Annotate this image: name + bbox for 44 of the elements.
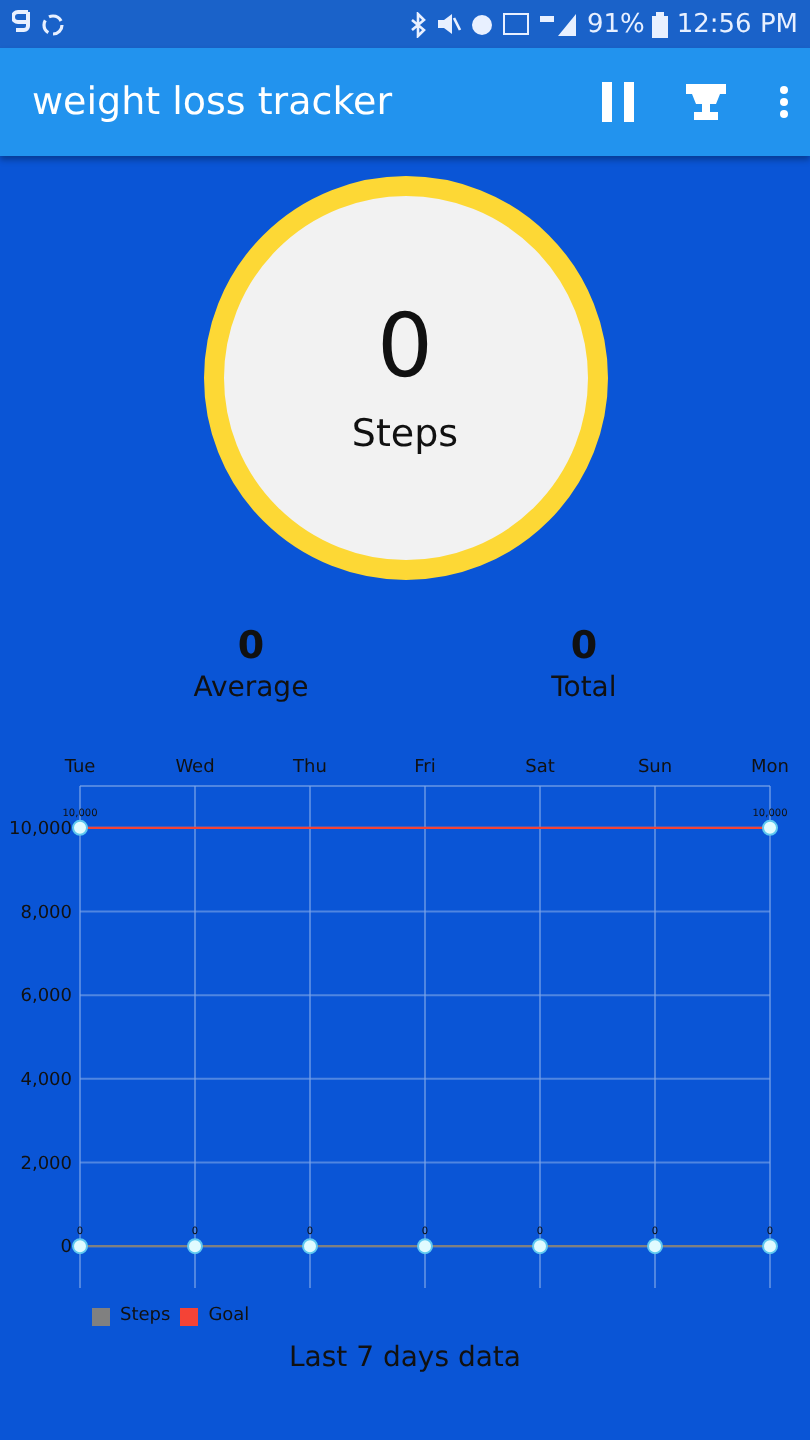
- legend-label: Goal: [208, 1306, 250, 1326]
- data-point: [72, 1238, 88, 1255]
- mute-icon: [436, 12, 463, 36]
- chart-caption: Last 7 days data: [287, 1342, 523, 1374]
- y-axis-label: 2,000: [20, 1154, 72, 1175]
- stat-label: Average: [193, 672, 309, 704]
- step-count: 0: [377, 299, 433, 397]
- step-label: Steps: [351, 412, 459, 457]
- y-axis-label: 8,000: [20, 903, 72, 924]
- data-point: [417, 1238, 433, 1255]
- day-label: Tue: [64, 758, 96, 778]
- stat-value: 0: [570, 624, 598, 668]
- day-label: Thu: [293, 758, 327, 778]
- stat-value: 0: [237, 624, 265, 668]
- legend-swatch: [92, 1307, 110, 1325]
- data-point: [187, 1238, 203, 1255]
- bluetooth-icon: [408, 11, 429, 37]
- y-axis-label: 10,000: [9, 819, 72, 840]
- battery-icon: [652, 11, 669, 37]
- legend-label: Steps: [120, 1306, 171, 1326]
- y-axis-label: 0: [60, 1238, 72, 1259]
- data-point: [302, 1238, 318, 1255]
- data-point: [532, 1238, 548, 1255]
- data-point: [647, 1238, 663, 1255]
- sync-icon: [40, 11, 66, 37]
- more-icon[interactable]: [778, 84, 790, 120]
- y-axis-label: 4,000: [20, 1070, 72, 1091]
- stat-label: Total: [551, 672, 617, 704]
- signal-icon: [538, 12, 579, 36]
- day-label: Fri: [414, 758, 436, 778]
- day-label: Sat: [525, 758, 555, 778]
- clock: 12:56 PM: [676, 9, 798, 39]
- trophy-icon[interactable]: [686, 82, 726, 122]
- data-point: [762, 819, 778, 836]
- legend-swatch: [180, 1307, 199, 1325]
- y-axis-label: 6,000: [20, 987, 72, 1008]
- day-label: Mon: [751, 758, 789, 778]
- data-point: [72, 819, 88, 836]
- data-point: [762, 1238, 778, 1255]
- app-title: weight loss tracker: [32, 80, 395, 124]
- pause-icon[interactable]: [602, 82, 634, 122]
- day-label: Wed: [175, 758, 215, 778]
- day-label: Sun: [637, 758, 673, 778]
- battery-percentage: 91%: [586, 9, 645, 39]
